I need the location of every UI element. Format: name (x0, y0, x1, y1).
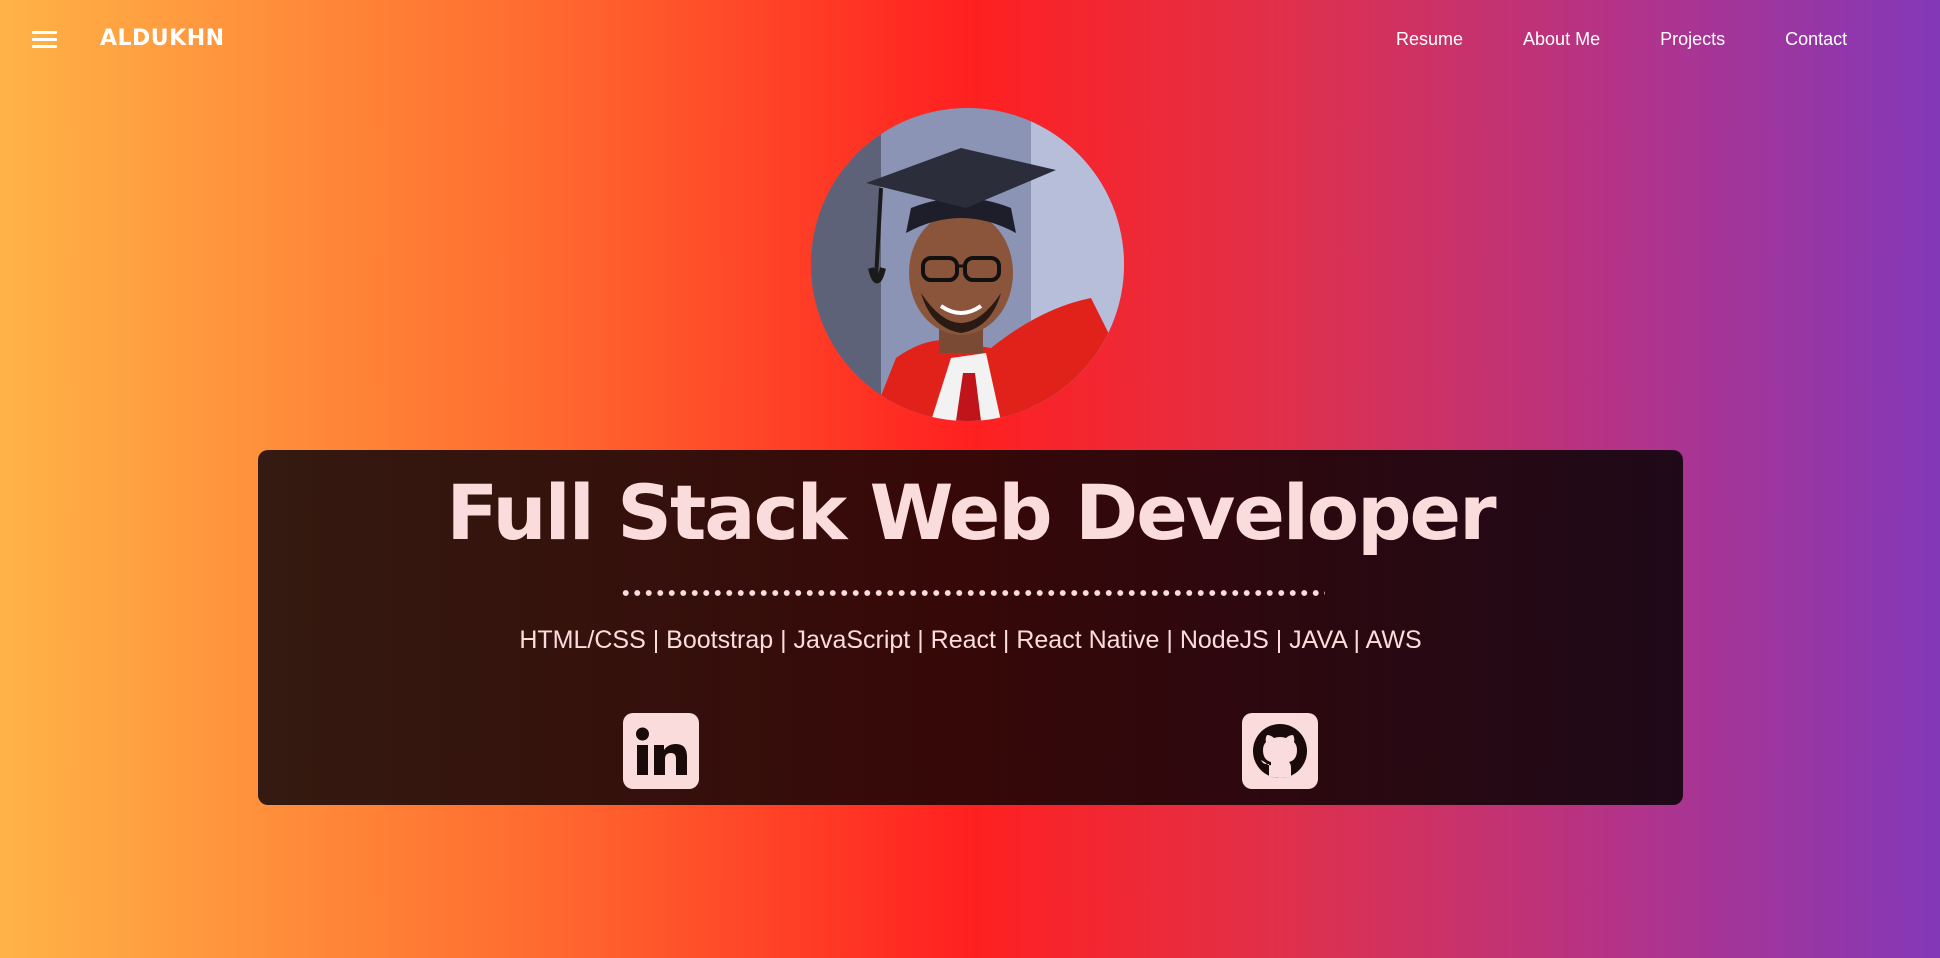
profile-avatar (811, 108, 1124, 421)
skills-list: HTML/CSS | Bootstrap | JavaScript | Reac… (519, 626, 1422, 654)
nav-link-about-me[interactable]: About Me (1523, 29, 1600, 50)
profile-photo (811, 108, 1124, 421)
github-button[interactable] (1242, 713, 1318, 789)
brand-logo[interactable]: ALDUKHN (100, 26, 225, 51)
linkedin-icon (636, 727, 687, 775)
nav-link-resume[interactable]: Resume (1396, 29, 1463, 50)
linkedin-button[interactable] (623, 713, 699, 789)
hero-title: Full Stack Web Developer (446, 468, 1496, 557)
hero-card: Full Stack Web Developer HTML/CSS | Boot… (258, 450, 1683, 805)
hamburger-menu-icon[interactable] (32, 31, 57, 50)
nav-link-contact[interactable]: Contact (1785, 29, 1847, 50)
github-icon (1253, 724, 1307, 778)
nav-link-projects[interactable]: Projects (1660, 29, 1725, 50)
nav-links: Resume About Me Projects Contact (1396, 29, 1907, 50)
dotted-divider (620, 589, 1325, 597)
top-navbar: ALDUKHN Resume About Me Projects Contact (0, 0, 1940, 80)
